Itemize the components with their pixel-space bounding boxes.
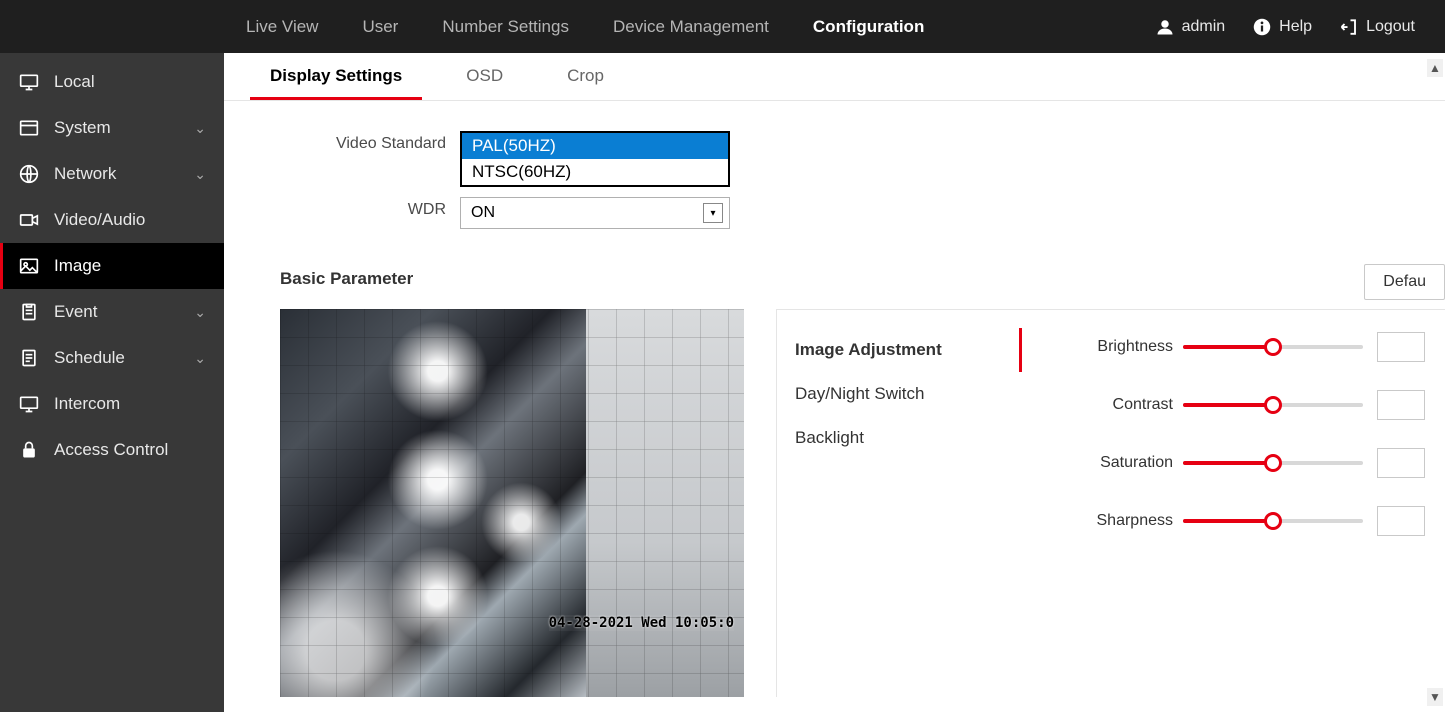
scroll-up-arrow[interactable]: ▲ [1427, 59, 1443, 77]
sidebar-label: Local [54, 72, 95, 92]
logout-label: Logout [1366, 18, 1415, 36]
brightness-input[interactable] [1377, 332, 1425, 362]
nav-live-view[interactable]: Live View [224, 3, 340, 51]
brightness-label: Brightness [1053, 338, 1183, 356]
wdr-label: WDR [284, 197, 460, 219]
clipboard-icon [18, 301, 40, 323]
sidebar-label: Image [54, 256, 101, 276]
lock-icon [18, 439, 40, 461]
topbar: Live View User Number Settings Device Ma… [0, 0, 1445, 53]
tab-display-settings[interactable]: Display Settings [250, 54, 422, 100]
slider-knob[interactable] [1264, 396, 1282, 414]
sliders-area: Brightness Contrast Saturation [1023, 310, 1445, 697]
sidebar-label: System [54, 118, 111, 138]
globe-icon [18, 163, 40, 185]
tab-image-adjustment[interactable]: Image Adjustment [777, 328, 1022, 372]
help-link[interactable]: Help [1251, 16, 1312, 38]
sidebar-label: Schedule [54, 348, 125, 368]
sidebar-label: Event [54, 302, 97, 322]
preview-timestamp: 04-28-2021 Wed 10:05:0 [549, 615, 734, 631]
chevron-down-icon: ▾ [703, 203, 723, 223]
saturation-slider[interactable] [1183, 461, 1363, 465]
subtabs: Display Settings OSD Crop [224, 53, 1445, 101]
video-standard-dropdown[interactable]: PAL(50HZ) NTSC(60HZ) [460, 131, 730, 187]
chevron-down-icon: ⌄ [194, 120, 206, 137]
chevron-down-icon: ⌄ [194, 166, 206, 183]
video-standard-option-ntsc[interactable]: NTSC(60HZ) [462, 159, 728, 185]
wdr-select[interactable]: ON ▾ [460, 197, 730, 229]
sharpness-input[interactable] [1377, 506, 1425, 536]
slider-knob[interactable] [1264, 338, 1282, 356]
sidebar-label: Video/Audio [54, 210, 145, 230]
sidebar-item-local[interactable]: Local [0, 59, 224, 105]
saturation-input[interactable] [1377, 448, 1425, 478]
tab-day-night-switch[interactable]: Day/Night Switch [777, 372, 1022, 416]
nav-device-management[interactable]: Device Management [591, 3, 791, 51]
form-area: Video Standard PAL(50HZ) NTSC(60HZ) WDR … [224, 101, 1445, 229]
intercom-icon [18, 393, 40, 415]
sharpness-label: Sharpness [1053, 512, 1183, 530]
contrast-label: Contrast [1053, 396, 1183, 414]
sidebar-label: Access Control [54, 440, 168, 460]
chevron-down-icon: ⌄ [194, 304, 206, 321]
contrast-input[interactable] [1377, 390, 1425, 420]
logout-link[interactable]: Logout [1338, 16, 1415, 38]
adjustment-panel: Defau Image Adjustment Day/Night Switch … [776, 309, 1445, 697]
nav-number-settings[interactable]: Number Settings [420, 3, 591, 51]
monitor-icon [18, 71, 40, 93]
saturation-label: Saturation [1053, 454, 1183, 472]
sidebar-item-video-audio[interactable]: Video/Audio [0, 197, 224, 243]
sidebar: Local System ⌄ Network ⌄ Video/Audio Ima… [0, 53, 224, 712]
topbar-right: admin Help Logout [1154, 16, 1445, 38]
sidebar-item-access-control[interactable]: Access Control [0, 427, 224, 473]
chevron-down-icon: ⌄ [194, 350, 206, 367]
wdr-value: ON [471, 204, 495, 222]
video-standard-label: Video Standard [284, 131, 460, 153]
video-icon [18, 209, 40, 231]
default-button[interactable]: Defau [1364, 264, 1445, 300]
logout-icon [1338, 16, 1360, 38]
video-preview: 04-28-2021 Wed 10:05:0 [280, 309, 744, 697]
image-icon [18, 255, 40, 277]
sidebar-item-event[interactable]: Event ⌄ [0, 289, 224, 335]
sidebar-item-network[interactable]: Network ⌄ [0, 151, 224, 197]
help-label: Help [1279, 18, 1312, 36]
sidebar-item-image[interactable]: Image [0, 243, 224, 289]
top-nav: Live View User Number Settings Device Ma… [224, 3, 946, 51]
slider-knob[interactable] [1264, 512, 1282, 530]
tab-backlight[interactable]: Backlight [777, 416, 1022, 460]
user-icon [1154, 16, 1176, 38]
scroll-down-arrow[interactable]: ▼ [1427, 688, 1443, 706]
window-icon [18, 117, 40, 139]
slider-knob[interactable] [1264, 454, 1282, 472]
contrast-slider[interactable] [1183, 403, 1363, 407]
nav-user[interactable]: User [340, 3, 420, 51]
nav-configuration[interactable]: Configuration [791, 3, 946, 51]
video-standard-option-pal[interactable]: PAL(50HZ) [462, 133, 728, 159]
sidebar-item-intercom[interactable]: Intercom [0, 381, 224, 427]
sharpness-slider[interactable] [1183, 519, 1363, 523]
adjust-tabs: Image Adjustment Day/Night Switch Backli… [777, 310, 1023, 697]
sidebar-label: Intercom [54, 394, 120, 414]
user-menu[interactable]: admin [1154, 16, 1226, 38]
sidebar-item-schedule[interactable]: Schedule ⌄ [0, 335, 224, 381]
brightness-slider[interactable] [1183, 345, 1363, 349]
info-icon [1251, 16, 1273, 38]
tab-crop[interactable]: Crop [547, 54, 624, 100]
tab-osd[interactable]: OSD [446, 54, 523, 100]
sidebar-label: Network [54, 164, 116, 184]
sidebar-item-system[interactable]: System ⌄ [0, 105, 224, 151]
username: admin [1182, 18, 1226, 36]
basic-parameter-heading: Basic Parameter [280, 269, 1445, 289]
schedule-icon [18, 347, 40, 369]
main-content: Display Settings OSD Crop Video Standard… [224, 53, 1445, 712]
